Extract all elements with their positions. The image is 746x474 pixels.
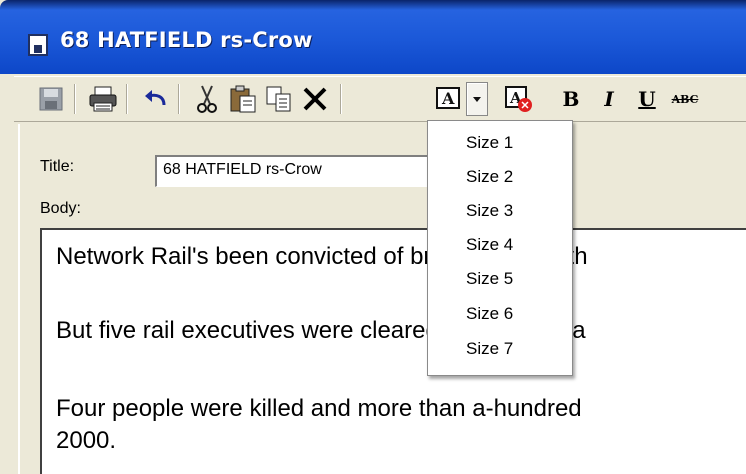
floppy-disk-icon bbox=[39, 87, 63, 111]
italic-button[interactable]: I bbox=[592, 82, 626, 116]
size-4-menu-item[interactable]: Size 4 bbox=[466, 235, 513, 255]
cut-button[interactable] bbox=[190, 82, 224, 116]
printer-icon bbox=[89, 86, 117, 112]
strikethrough-button[interactable]: ABC bbox=[668, 82, 702, 116]
copy-pages-icon bbox=[266, 86, 291, 112]
svg-text:A: A bbox=[441, 89, 455, 108]
size-7-menu-item[interactable]: Size 7 bbox=[466, 339, 513, 359]
body-paragraph: Four people were killed and more than a-… bbox=[56, 395, 582, 422]
clipboard-icon bbox=[230, 85, 256, 113]
bold-button[interactable]: B bbox=[554, 82, 588, 116]
toolbar-separator bbox=[74, 84, 76, 114]
delete-button[interactable] bbox=[298, 82, 332, 116]
toolbar: A A B I U ABC bbox=[14, 76, 746, 122]
font-size-dropdown-button[interactable] bbox=[466, 82, 488, 116]
size-5-menu-item[interactable]: Size 5 bbox=[466, 269, 513, 289]
title-bar[interactable]: 68 HATFIELD rs-Crow bbox=[0, 0, 746, 74]
body-label: Body: bbox=[40, 200, 81, 217]
document-icon bbox=[28, 34, 48, 56]
size-6-menu-item[interactable]: Size 6 bbox=[466, 304, 513, 324]
editor-window: 68 HATFIELD rs-Crow A A B I U ABC Title:… bbox=[0, 0, 746, 474]
window-title: 68 HATFIELD rs-Crow bbox=[60, 28, 313, 52]
copy-button[interactable] bbox=[262, 82, 296, 116]
undo-arrow-icon bbox=[145, 90, 166, 106]
body-paragraph: 2000. bbox=[56, 427, 117, 454]
body-textarea[interactable]: Network Rail's been convicted of breachi… bbox=[40, 228, 746, 474]
size-1-menu-item[interactable]: Size 1 bbox=[466, 133, 513, 153]
font-size-menu: Size 1 Size 2 Size 3 Size 4 Size 5 Size … bbox=[427, 120, 573, 376]
font-color-icon: A bbox=[505, 86, 532, 112]
title-label: Title: bbox=[40, 158, 75, 175]
undo-button[interactable] bbox=[138, 82, 172, 116]
size-3-menu-item[interactable]: Size 3 bbox=[466, 201, 513, 221]
delete-x-icon bbox=[303, 87, 327, 111]
toolbar-separator bbox=[340, 84, 342, 114]
font-size-icon: A bbox=[436, 87, 460, 109]
paste-button[interactable] bbox=[226, 82, 260, 116]
toolbar-separator bbox=[178, 84, 180, 114]
save-button[interactable] bbox=[34, 82, 68, 116]
toolbar-separator bbox=[126, 84, 128, 114]
dropdown-arrow-icon bbox=[473, 97, 481, 102]
underline-button[interactable]: U bbox=[630, 82, 664, 116]
print-button[interactable] bbox=[86, 82, 120, 116]
font-size-button[interactable]: A bbox=[432, 82, 466, 116]
scissors-icon bbox=[197, 85, 217, 113]
font-color-button[interactable]: A bbox=[502, 82, 536, 116]
size-2-menu-item[interactable]: Size 2 bbox=[466, 167, 513, 187]
